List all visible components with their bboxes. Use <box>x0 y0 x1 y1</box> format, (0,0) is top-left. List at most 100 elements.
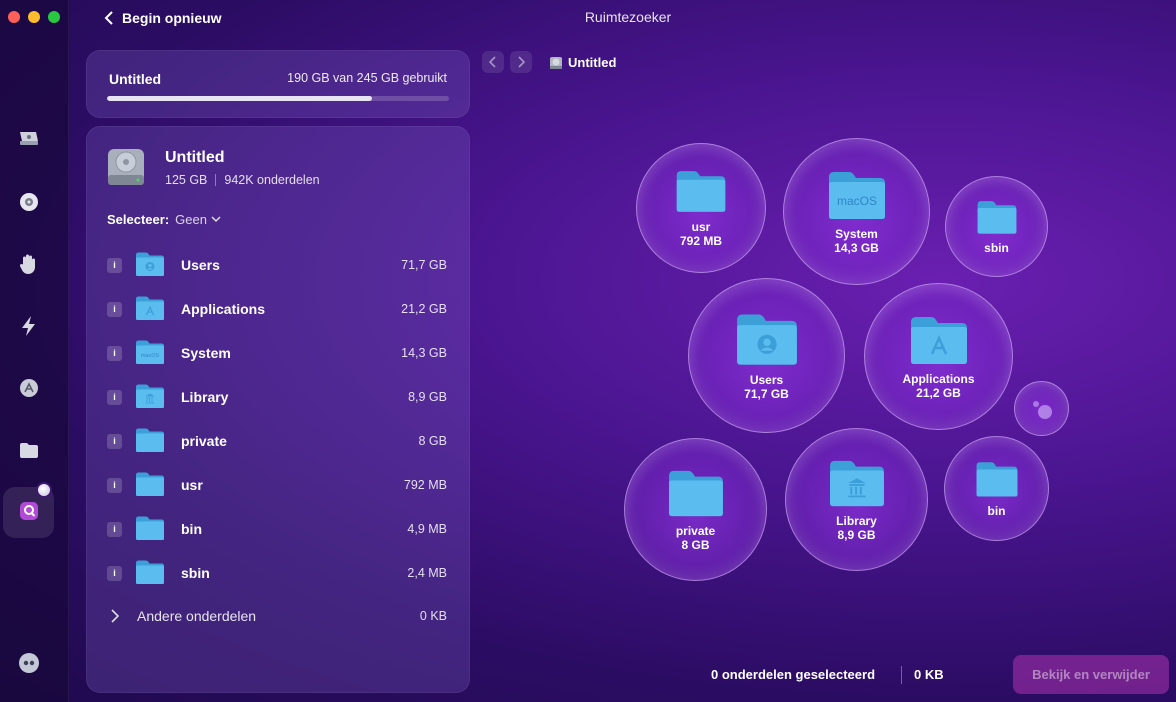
breadcrumb: Untitled <box>549 55 616 70</box>
item-name: Applications <box>181 301 266 317</box>
list-item[interactable]: i bin 4,9 MB <box>87 507 469 551</box>
disk-name: Untitled <box>165 149 225 166</box>
info-button[interactable]: i <box>107 301 122 317</box>
assistant-icon[interactable] <box>15 649 43 677</box>
item-name: sbin <box>181 565 210 581</box>
nav-forward-button[interactable] <box>510 51 532 73</box>
bubble-library[interactable]: Library 8,9 GB <box>785 428 928 571</box>
chevron-down-icon <box>211 216 221 223</box>
usage-bar <box>107 96 449 101</box>
bubble-private[interactable]: private 8 GB <box>624 438 767 581</box>
bubble-size: 14,3 GB <box>834 240 879 255</box>
info-button[interactable]: i <box>107 521 122 537</box>
folder-icon <box>675 168 727 214</box>
bubble-name: System <box>835 226 878 241</box>
folder-icon <box>975 460 1019 498</box>
svg-text:macOS: macOS <box>141 353 160 359</box>
item-name: System <box>181 345 231 361</box>
bubble-name: usr <box>691 220 711 234</box>
bubble-applications[interactable]: Applications 21,2 GB <box>864 283 1013 430</box>
smart-scan-icon[interactable] <box>15 125 43 153</box>
item-size: 792 MB <box>403 478 447 492</box>
bubble-users[interactable]: Users 71,7 GB <box>688 278 845 433</box>
select-label: Selecteer: <box>107 212 170 227</box>
list-item[interactable]: i usr 792 MB <box>87 463 469 507</box>
applications-folder-icon <box>135 294 165 322</box>
protection-hand-icon[interactable] <box>15 250 43 278</box>
select-dropdown[interactable]: Geen <box>175 212 221 227</box>
item-name: private <box>181 433 227 449</box>
item-size: 71,7 GB <box>401 258 447 272</box>
item-size: 21,2 GB <box>401 302 447 316</box>
bubble-system[interactable]: macOS System 14,3 GB <box>783 138 930 285</box>
bubble-bin[interactable]: bin <box>944 436 1049 541</box>
folder-list: i Users 71,7 GB i Applications 21,2 GB i… <box>87 243 469 595</box>
item-size: 2,4 MB <box>407 566 447 580</box>
bubble-size: 8,9 GB <box>837 527 876 542</box>
bubble-usr[interactable]: usr 792 MB <box>636 143 766 273</box>
item-size: 14,3 GB <box>401 346 447 360</box>
info-button[interactable]: i <box>107 565 122 581</box>
disk-item-count: 942K onderdelen <box>224 173 320 187</box>
bubble-name: Library <box>836 513 877 528</box>
disk-usage-panel: Untitled 190 GB van 245 GB gebruikt <box>86 50 470 118</box>
item-size: 4,9 MB <box>407 522 447 536</box>
usage-text: 190 GB van 245 GB gebruikt <box>287 71 447 85</box>
library-folder-icon <box>828 458 886 508</box>
item-name: Library <box>181 389 229 405</box>
bubble-name: Users <box>749 372 784 387</box>
other-items-size: 0 KB <box>419 609 447 623</box>
library-folder-icon <box>135 382 165 410</box>
item-name: bin <box>181 521 202 537</box>
bubble-name: sbin <box>984 240 1009 255</box>
list-item[interactable]: i sbin 2,4 MB <box>87 551 469 595</box>
select-value: Geen <box>175 212 207 227</box>
chevron-left-icon <box>489 56 496 68</box>
my-clutter-folder-icon[interactable] <box>15 436 43 464</box>
info-button[interactable]: i <box>107 345 122 361</box>
folder-icon <box>135 514 165 542</box>
info-button[interactable]: i <box>107 389 122 405</box>
disk-meta: 125 GB 942K onderdelen <box>165 173 320 187</box>
window-title: Ruimtezoeker <box>584 9 672 25</box>
list-item[interactable]: i Users 71,7 GB <box>87 243 469 287</box>
space-lens-icon[interactable] <box>15 497 43 525</box>
list-item[interactable]: i macOS System 14,3 GB <box>87 331 469 375</box>
bubble-size: 8 GB <box>681 537 710 552</box>
info-button[interactable]: i <box>107 477 122 493</box>
other-items-row[interactable]: Andere onderdelen 0 KB <box>87 605 469 629</box>
folder-icon <box>667 468 725 518</box>
breadcrumb-current: Untitled <box>568 55 617 70</box>
users-folder-icon <box>735 311 799 367</box>
selected-count: 0 onderdelen geselecteerd <box>711 667 876 682</box>
item-name: usr <box>181 477 203 493</box>
bubble-sbin[interactable]: sbin <box>945 176 1048 277</box>
cleanup-icon[interactable] <box>15 188 43 216</box>
folder-list-panel: Untitled 125 GB 942K onderdelen Selectee… <box>86 126 470 693</box>
macos-folder-icon: macOS <box>135 338 165 366</box>
info-button[interactable]: i <box>107 433 122 449</box>
folder-icon <box>976 199 1018 235</box>
info-button[interactable]: i <box>107 257 122 273</box>
list-item[interactable]: i Applications 21,2 GB <box>87 287 469 331</box>
chevron-right-icon <box>111 609 119 623</box>
item-size: 8 GB <box>418 434 448 448</box>
macos-folder-icon: macOS <box>827 169 887 221</box>
bubble-size: 71,7 GB <box>744 386 789 401</box>
other-items-label: Andere onderdelen <box>137 608 257 624</box>
list-item[interactable]: i Library 8,9 GB <box>87 375 469 419</box>
performance-bolt-icon[interactable] <box>15 312 43 340</box>
selected-size: 0 KB <box>914 667 944 682</box>
applications-folder-icon <box>909 314 969 366</box>
nav-back-button[interactable] <box>482 51 504 73</box>
bubble-size: 21,2 GB <box>916 385 961 400</box>
applications-icon[interactable] <box>15 374 43 402</box>
review-and-remove-button[interactable]: Bekijk en verwijder <box>1013 655 1169 694</box>
usage-bar-fill <box>107 96 373 101</box>
bubble-other-items[interactable] <box>1014 381 1069 436</box>
list-item[interactable]: i private 8 GB <box>87 419 469 463</box>
bubble-name: Applications <box>902 371 975 386</box>
item-size: 8,9 GB <box>408 390 447 404</box>
divider <box>901 666 902 684</box>
bubble-badge: macOS <box>836 194 876 208</box>
